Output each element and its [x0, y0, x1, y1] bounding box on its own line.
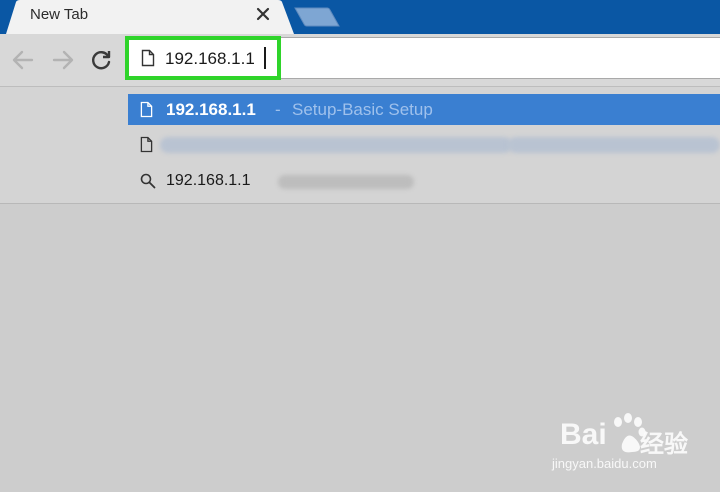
suggestion-url: 192.168.1.1	[166, 100, 256, 119]
suggestion-item-blurred[interactable]	[128, 129, 720, 160]
page-icon	[140, 101, 153, 118]
tab-new-tab[interactable]: New Tab	[6, 0, 296, 34]
new-tab-button[interactable]	[293, 6, 341, 28]
blurred-search-hint	[278, 175, 414, 189]
watermark-brand: Bai	[560, 418, 607, 451]
tab-title: New Tab	[30, 6, 89, 23]
page-icon	[140, 136, 153, 153]
suggestion-separator: -	[275, 100, 281, 119]
back-arrow-icon[interactable]	[10, 48, 36, 72]
address-bar-highlight	[125, 36, 281, 80]
tab-strip: New Tab	[0, 0, 720, 34]
suggestion-item-search[interactable]: 192.168.1.1	[128, 166, 720, 197]
watermark-site: jingyan.baidu.com	[552, 456, 657, 471]
reload-icon[interactable]	[89, 48, 115, 72]
omnibox-suggestions: 192.168.1.1 - Setup-Basic Setup 192.168.…	[0, 87, 720, 204]
suggestion-title: Setup-Basic Setup	[292, 100, 433, 119]
blurred-url	[160, 137, 512, 153]
forward-arrow-icon[interactable]	[50, 48, 76, 72]
close-icon[interactable]	[254, 5, 272, 23]
watermark-brand-cn: 经验	[640, 431, 688, 458]
suggestion-item-setup[interactable]: 192.168.1.1 - Setup-Basic Setup	[128, 94, 720, 125]
toolbar	[0, 34, 720, 87]
search-icon	[140, 173, 156, 189]
blurred-url-tail	[508, 137, 720, 153]
suggestion-query: 192.168.1.1	[166, 172, 251, 189]
